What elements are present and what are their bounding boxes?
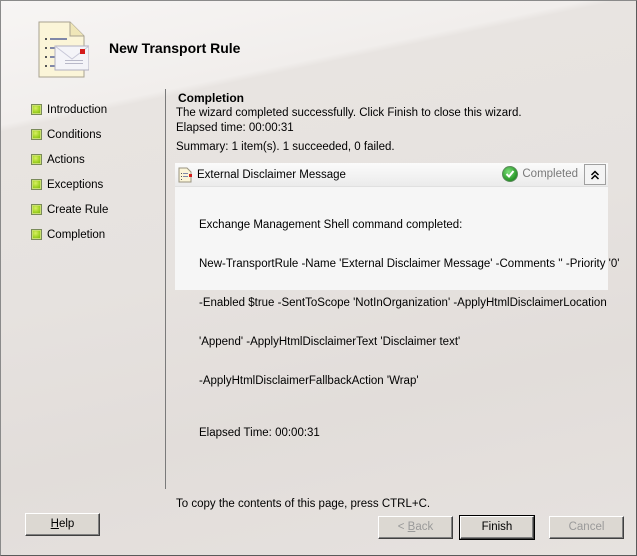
help-button[interactable]: Help	[25, 513, 100, 536]
page-title: New Transport Rule	[109, 40, 241, 56]
step-complete-icon	[31, 154, 42, 165]
step-label: Exceptions	[47, 178, 104, 191]
elapsed-time: Elapsed time: 00:00:31	[176, 122, 294, 134]
help-label: elp	[58, 518, 75, 530]
step-actions: Actions	[31, 147, 161, 172]
command-line: 'Append' -ApplyHtmlDisclaimerText 'Discl…	[199, 336, 461, 348]
cancel-button[interactable]: Cancel	[549, 516, 624, 539]
back-label: ack	[415, 521, 434, 533]
help-accel: H	[50, 518, 59, 530]
step-complete-icon	[31, 129, 42, 140]
wizard-steps: Introduction Conditions Actions Exceptio…	[31, 97, 161, 247]
result-name: External Disclaimer Message	[197, 168, 346, 181]
collapse-button[interactable]	[584, 164, 606, 185]
step-exceptions: Exceptions	[31, 172, 161, 197]
vertical-divider	[165, 89, 166, 489]
step-complete-icon	[31, 204, 42, 215]
section-title: Completion	[178, 91, 244, 105]
result-header: External Disclaimer Message Completed	[175, 163, 608, 187]
step-label: Introduction	[47, 103, 108, 116]
step-complete-icon	[31, 179, 42, 190]
command-line: New-TransportRule -Name 'External Discla…	[199, 258, 620, 270]
completion-message: The wizard completed successfully. Click…	[176, 107, 522, 119]
completion-content: Completion The wizard completed successf…	[176, 91, 616, 155]
task-document-icon	[177, 167, 193, 183]
double-chevron-up-icon	[590, 169, 600, 180]
summary-text: Summary: 1 item(s). 1 succeeded, 0 faile…	[176, 141, 395, 153]
step-create-rule: Create Rule	[31, 197, 161, 222]
step-label: Conditions	[47, 128, 102, 141]
wizard-window: New Transport Rule Introduction Conditio…	[0, 0, 637, 556]
step-label: Actions	[47, 153, 85, 166]
check-icon	[502, 166, 519, 182]
transport-rule-document-icon	[37, 21, 90, 79]
step-label: Completion	[47, 228, 106, 241]
step-label: Create Rule	[47, 203, 109, 216]
back-button[interactable]: < Back	[378, 516, 453, 539]
command-line: -ApplyHtmlDisclaimerFallbackAction 'Wrap…	[199, 375, 419, 387]
step-completion: Completion	[31, 222, 161, 247]
status-badge: Completed	[502, 166, 578, 182]
status-text: Completed	[522, 168, 578, 180]
result-elapsed-time: Elapsed Time: 00:00:31	[199, 427, 320, 439]
copy-hint: To copy the contents of this page, press…	[176, 498, 431, 510]
back-prefix: <	[397, 521, 408, 533]
step-conditions: Conditions	[31, 122, 161, 147]
result-panel: External Disclaimer Message Completed Ex…	[175, 163, 619, 439]
command-output: Exchange Management Shell command comple…	[175, 187, 620, 466]
step-complete-icon	[31, 104, 42, 115]
step-introduction: Introduction	[31, 97, 161, 122]
step-complete-icon	[31, 229, 42, 240]
command-line: Exchange Management Shell command comple…	[199, 219, 463, 231]
command-line: -Enabled $true -SentToScope 'NotInOrgani…	[199, 297, 607, 309]
finish-button[interactable]: Finish	[459, 515, 535, 540]
